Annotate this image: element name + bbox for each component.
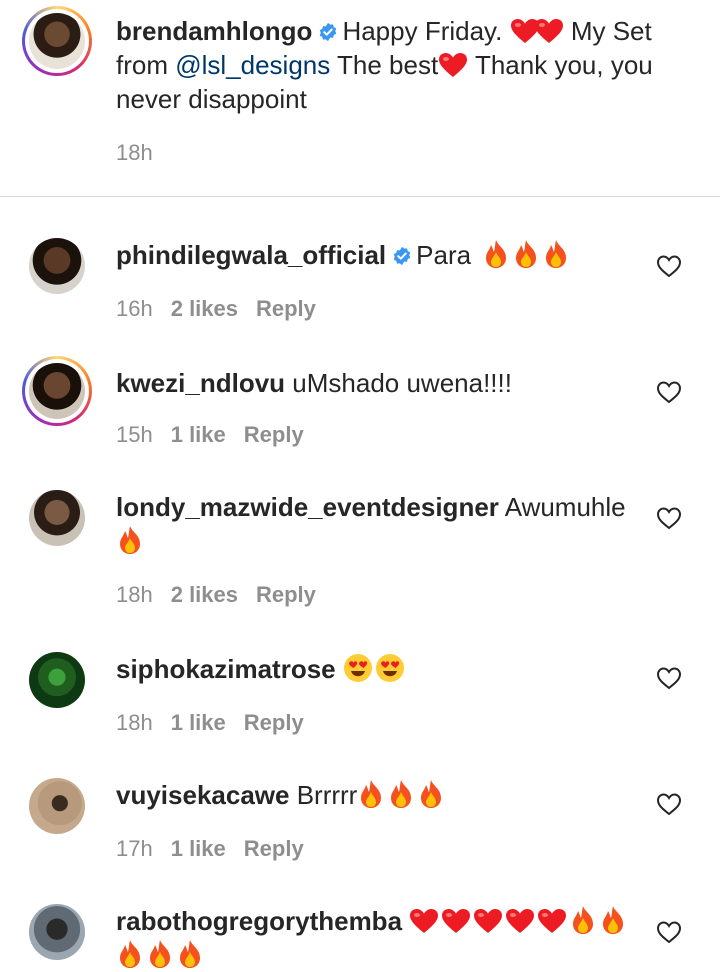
comment-username[interactable]: vuyisekacawe [116, 780, 289, 810]
comment-timestamp[interactable]: 15h [116, 422, 153, 447]
fire-emoji-icon [387, 779, 415, 809]
comment-item: rabothogregorythemba [0, 904, 720, 960]
reply-button[interactable]: Reply [256, 582, 316, 607]
avatar-story-ring[interactable] [22, 356, 92, 426]
like-heart-outline-icon[interactable] [656, 506, 682, 530]
heart-eyes-emoji-icon [343, 653, 373, 683]
comment-meta: 15h 1 like Reply [116, 422, 304, 448]
heart-eyes-emoji-icon [375, 653, 405, 683]
like-heart-outline-icon[interactable] [656, 380, 682, 404]
heart-emoji-icon [537, 908, 567, 934]
reply-button[interactable]: Reply [244, 710, 304, 735]
like-heart-outline-icon[interactable] [656, 792, 682, 816]
verified-badge-icon [392, 246, 412, 266]
heart-emoji-icon [505, 908, 535, 934]
reply-button[interactable]: Reply [244, 422, 304, 447]
fire-emoji-icon [512, 239, 540, 269]
fire-emoji-icon [357, 779, 385, 809]
comment-likes[interactable]: 1 like [171, 422, 226, 447]
comment-likes[interactable]: 2 likes [171, 582, 238, 607]
comment-text: londy_mazwide_eventdesigner Awumuhle [116, 490, 636, 558]
like-heart-outline-icon[interactable] [656, 666, 682, 690]
caption-text-part3: The best [337, 50, 439, 80]
comment-timestamp[interactable]: 16h [116, 296, 153, 321]
comment-meta: 18h 2 likes Reply [116, 582, 316, 608]
fire-emoji-icon [116, 525, 144, 555]
fire-emoji-icon [569, 905, 597, 935]
comment-timestamp[interactable]: 18h [116, 710, 153, 735]
caption-username[interactable]: brendamhlongo [116, 16, 312, 46]
fire-emoji-icon [116, 939, 144, 969]
comment-meta: 17h 1 like Reply [116, 836, 304, 862]
comment-username[interactable]: siphokazimatrose [116, 654, 336, 684]
comment-text: rabothogregorythemba [116, 904, 656, 972]
fire-emoji-icon [599, 905, 627, 935]
divider [0, 196, 720, 197]
avatar[interactable] [29, 652, 85, 708]
avatar[interactable] [29, 904, 85, 960]
post-caption: brendamhlongo Happy Friday. My Set from @… [0, 0, 720, 196]
comment-body: Awumuhle [504, 492, 626, 522]
comment-text: siphokazimatrose [116, 652, 636, 686]
fire-emoji-icon [482, 239, 510, 269]
fire-emoji-icon [146, 939, 174, 969]
avatar[interactable] [29, 778, 85, 834]
avatar[interactable] [29, 238, 85, 294]
comment-likes[interactable]: 2 likes [171, 296, 238, 321]
reply-button[interactable]: Reply [244, 836, 304, 861]
heart-emoji-icon [409, 908, 439, 934]
comment-body: Para [416, 240, 472, 270]
comment-username[interactable]: kwezi_ndlovu [116, 368, 285, 398]
comment-meta: 16h 2 likes Reply [116, 296, 316, 322]
comment-text: phindilegwala_official Para [116, 238, 636, 272]
comment-timestamp[interactable]: 17h [116, 836, 153, 861]
heart-emoji-icon [534, 18, 564, 44]
comment-timestamp[interactable]: 18h [116, 582, 153, 607]
heart-emoji-icon [473, 908, 503, 934]
heart-emoji-icon [441, 908, 471, 934]
fire-emoji-icon [417, 779, 445, 809]
comment-username[interactable]: londy_mazwide_eventdesigner [116, 492, 499, 522]
like-heart-outline-icon[interactable] [656, 254, 682, 278]
caption-avatar[interactable] [22, 6, 92, 76]
comment-body: uMshado uwena!!!! [292, 368, 512, 398]
comment-meta: 18h 1 like Reply [116, 710, 304, 736]
comment-username[interactable]: phindilegwala_official [116, 240, 386, 270]
heart-emoji-icon [438, 52, 468, 78]
mention-link[interactable]: @lsl_designs [175, 50, 330, 80]
verified-badge-icon [318, 22, 338, 42]
reply-button[interactable]: Reply [256, 296, 316, 321]
like-heart-outline-icon[interactable] [656, 920, 682, 944]
caption-text: brendamhlongo Happy Friday. My Set from @… [116, 14, 686, 116]
avatar[interactable] [29, 490, 85, 546]
comment-text: vuyisekacawe Brrrrr [116, 778, 636, 812]
comment-likes[interactable]: 1 like [171, 836, 226, 861]
fire-emoji-icon [542, 239, 570, 269]
caption-timestamp[interactable]: 18h [116, 140, 153, 166]
comment-username[interactable]: rabothogregorythemba [116, 906, 402, 936]
comment-body: Brrrrr [296, 780, 358, 810]
comment-text: kwezi_ndlovu uMshado uwena!!!! [116, 366, 636, 400]
comment-likes[interactable]: 1 like [171, 710, 226, 735]
caption-text-part1: Happy Friday. [342, 16, 503, 46]
fire-emoji-icon [176, 939, 204, 969]
